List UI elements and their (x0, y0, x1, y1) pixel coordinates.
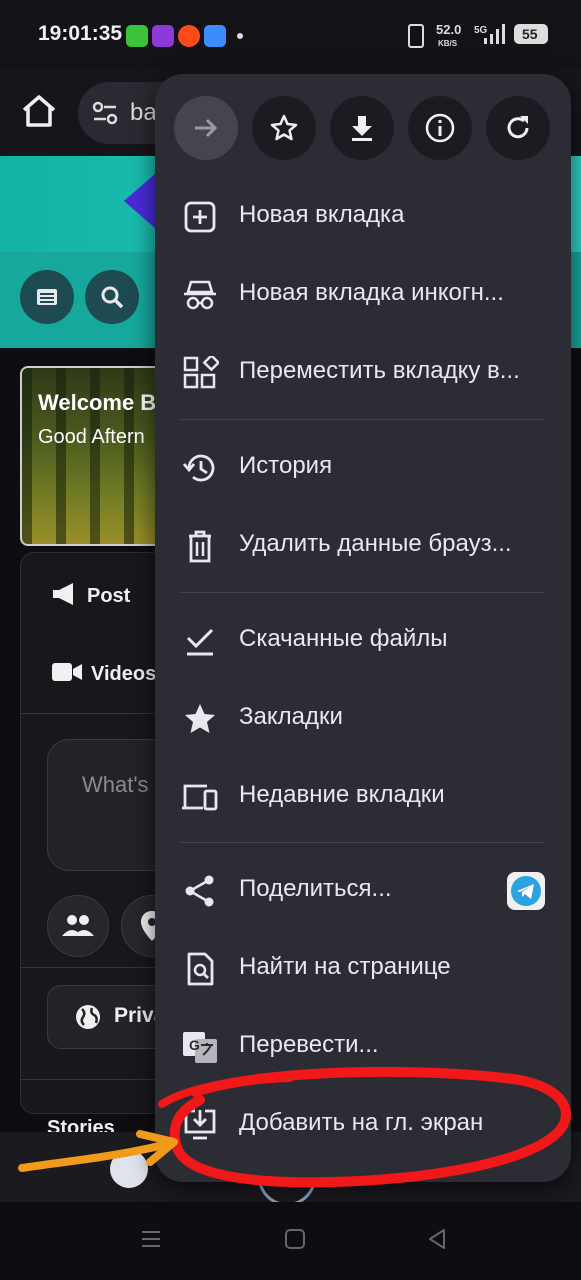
battery-saver-icon (126, 25, 148, 47)
translate-icon: G (183, 1032, 217, 1063)
welcome-title: Welcome B (38, 390, 157, 415)
move-tab-icon (183, 356, 219, 389)
url-text: ba (130, 99, 157, 126)
status-time: 19:01:35 (38, 22, 123, 45)
whats-placeholder: What's (82, 772, 149, 797)
browser-overflow-menu: Новая вкладка Новая вкладка инкогн... Пе… (155, 74, 571, 1182)
bookmarks-star-icon (185, 704, 215, 733)
menu-item-add-to-home[interactable]: Добавить на гл. экран (155, 1090, 571, 1160)
info-icon (425, 113, 455, 143)
svg-text:G: G (189, 1037, 200, 1053)
globe-icon (76, 1005, 100, 1029)
menu-item-label: Перевести... (239, 1031, 379, 1058)
menu-item-label: Скачанные файлы (239, 625, 448, 652)
home-icon[interactable] (18, 90, 60, 132)
net-speed-value: 52.0 (436, 22, 462, 37)
post-tab[interactable]: Post (87, 585, 130, 608)
trash-icon (189, 530, 211, 563)
menu-item-recent-tabs[interactable]: Недавние вкладки (155, 762, 571, 832)
menu-divider (181, 419, 545, 420)
reload-icon (507, 116, 529, 139)
menu-item-incognito[interactable]: Новая вкладка инкогн... (155, 260, 571, 330)
menu-item-label: Недавние вкладки (239, 781, 445, 808)
site-search-button[interactable] (85, 270, 139, 324)
devices-icon (182, 784, 218, 811)
bookmark-button[interactable] (252, 96, 316, 160)
menu-item-downloads[interactable]: Скачанные файлы (155, 606, 571, 676)
app-notification-icon (152, 25, 174, 47)
menu-list-button[interactable] (20, 270, 74, 324)
welcome-subtitle: Good Aftern (38, 426, 145, 448)
videos-tab[interactable]: Videos (91, 663, 156, 686)
reload-button[interactable] (486, 96, 550, 160)
menu-item-label: Переместить вкладку в... (239, 357, 520, 384)
menu-item-label: Новая вкладка инкогн... (239, 279, 504, 306)
download-button[interactable] (330, 96, 394, 160)
search-icon (101, 286, 124, 309)
page-info-button[interactable] (408, 96, 472, 160)
incognito-icon (184, 280, 216, 310)
vibrate-icon (408, 24, 424, 48)
recent-apps-icon[interactable] (140, 1228, 162, 1250)
menu-divider (181, 592, 545, 593)
system-nav-bar (0, 1202, 581, 1280)
signal-icon (484, 24, 505, 44)
telegram-share-icon[interactable] (507, 872, 545, 910)
net-speed-unit: KB/S (438, 39, 458, 48)
menu-item-translate[interactable]: G Перевести... (155, 1012, 571, 1082)
more-notifications-dot (237, 33, 243, 39)
video-camera-icon (52, 663, 82, 681)
list-icon (37, 289, 57, 305)
menu-item-share[interactable]: Поделиться... (155, 856, 571, 926)
telegram-icon (511, 876, 541, 906)
site-settings-icon[interactable] (92, 101, 118, 125)
menu-item-label: Удалить данные брауз... (239, 530, 512, 557)
menu-item-find-in-page[interactable]: Найти на странице (155, 934, 571, 1004)
reddit-icon (178, 25, 200, 47)
menu-item-label: Добавить на гл. экран (239, 1109, 484, 1136)
new-tab-icon (184, 201, 216, 233)
tag-people-button[interactable] (47, 895, 109, 957)
home-nav-icon[interactable] (284, 1228, 306, 1250)
menu-divider (181, 842, 545, 843)
battery-icon: 55 (514, 24, 548, 44)
menu-item-label: История (239, 452, 333, 479)
find-in-page-icon (187, 952, 214, 986)
download-icon (352, 116, 372, 141)
menu-item-new-tab[interactable]: Новая вкладка (155, 182, 571, 252)
add-to-home-icon (184, 1109, 216, 1140)
downloads-check-icon (186, 628, 214, 656)
menu-item-label: Закладки (239, 703, 343, 730)
battery-level: 55 (522, 26, 538, 42)
menu-item-bookmarks[interactable]: Закладки (155, 684, 571, 754)
star-outline-icon (270, 114, 298, 141)
people-icon (62, 915, 94, 936)
menu-item-clear-data[interactable]: Удалить данные брауз... (155, 511, 571, 581)
megaphone-icon (53, 583, 73, 605)
back-nav-icon[interactable] (426, 1228, 448, 1250)
forward-button[interactable] (174, 96, 238, 160)
browser-notification-icon (204, 25, 226, 47)
history-icon (182, 454, 215, 482)
share-icon (185, 875, 214, 907)
menu-item-history[interactable]: История (155, 433, 571, 503)
menu-item-label: Найти на странице (239, 953, 451, 980)
menu-item-move-tab[interactable]: Переместить вкладку в... (155, 338, 571, 408)
menu-item-label: Новая вкладка (239, 201, 405, 228)
status-bar: 19:01:35 52.0 KB/S 5G 55 (0, 0, 581, 70)
menu-item-label: Поделиться... (239, 875, 392, 902)
bottom-bar-item-chrome[interactable] (110, 1150, 148, 1188)
arrow-right-icon (195, 118, 218, 138)
